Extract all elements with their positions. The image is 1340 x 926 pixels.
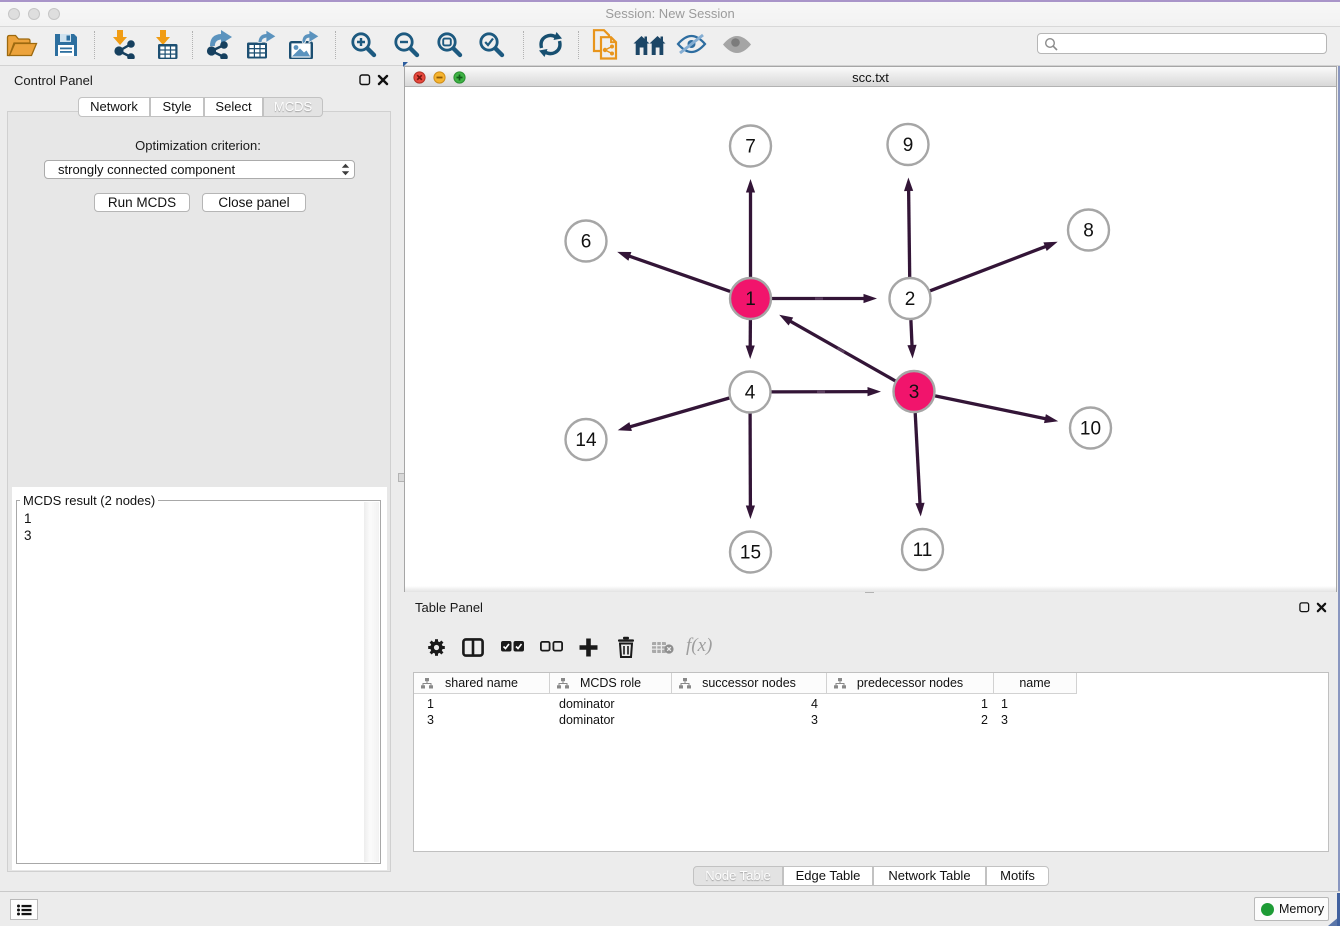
svg-text:15: 15: [740, 543, 761, 564]
svg-text:7: 7: [745, 137, 756, 158]
svg-text:6: 6: [581, 232, 592, 253]
svg-text:11: 11: [913, 540, 933, 561]
svg-text:9: 9: [903, 135, 914, 156]
svg-text:10: 10: [1080, 419, 1101, 440]
svg-text:8: 8: [1083, 221, 1094, 242]
svg-text:1: 1: [745, 289, 756, 310]
svg-text:2: 2: [905, 289, 916, 310]
svg-text:14: 14: [575, 430, 597, 451]
svg-text:3: 3: [909, 382, 920, 403]
svg-text:4: 4: [745, 383, 756, 404]
